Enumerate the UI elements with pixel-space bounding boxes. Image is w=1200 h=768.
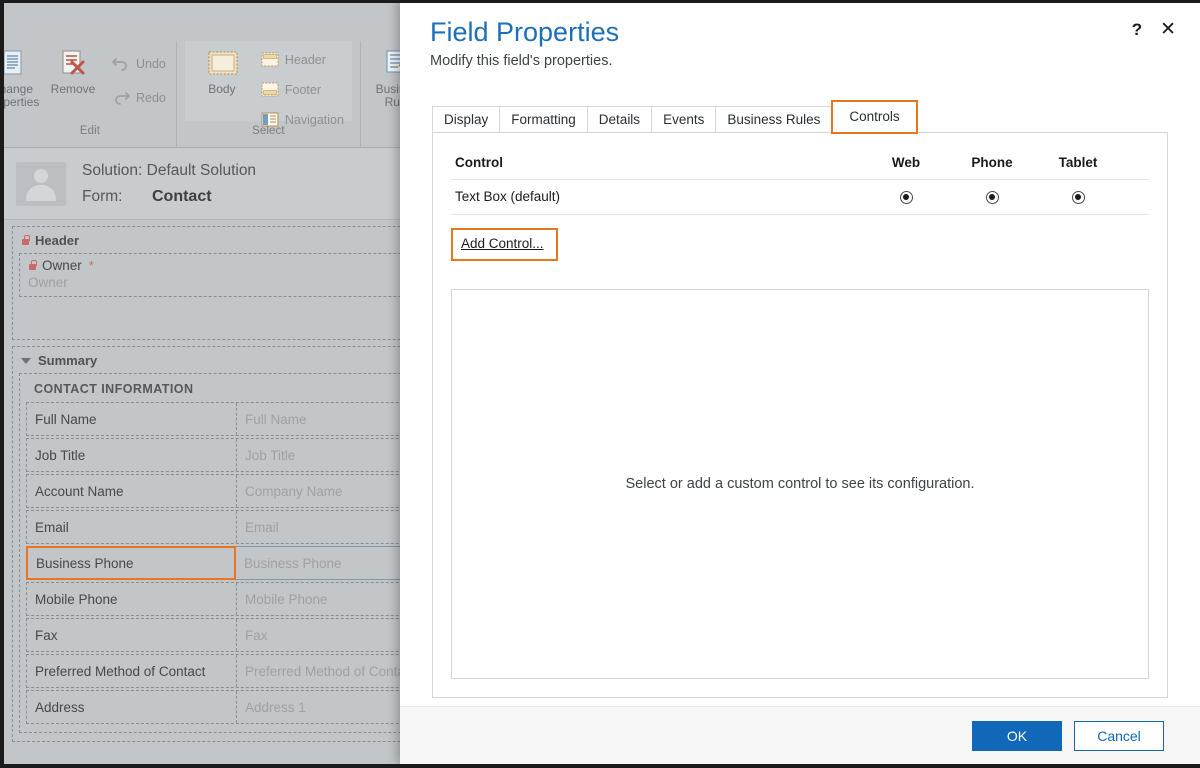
ribbon-button-header[interactable]: Header <box>259 47 346 73</box>
ribbon-button-label: Change Properties <box>0 82 40 109</box>
dialog-footer: OK Cancel <box>400 706 1200 764</box>
section-title-text: Header <box>35 233 80 248</box>
radio-button-phone[interactable] <box>985 190 999 204</box>
form-field-label: Address <box>27 691 237 723</box>
dialog-body: Display Formatting Details Events Business R… <box>400 69 1200 706</box>
tab-formatting[interactable]: Formatting <box>499 106 588 133</box>
controls-table-body: Text Box (default) <box>451 179 1149 215</box>
form-field-label: Preferred Method of Contact <box>27 655 237 687</box>
ribbon-button-label: Body <box>208 82 236 96</box>
ribbon-button-redo[interactable]: Redo <box>110 85 168 111</box>
ribbon-button-change-properties[interactable]: Change Properties <box>0 45 40 109</box>
footer-icon <box>261 82 279 98</box>
radio-button-tablet[interactable] <box>1071 190 1085 204</box>
chevron-collapse-icon[interactable] <box>21 357 31 364</box>
dialog-header: Field Properties Modify this field's pro… <box>400 0 1200 69</box>
tab-details[interactable]: Details <box>586 106 653 133</box>
radio-cell-tablet[interactable] <box>1035 179 1121 215</box>
ribbon-button-body[interactable]: Body <box>191 45 253 96</box>
owner-label: Owner <box>42 258 82 273</box>
tab-business-rules[interactable]: Business Rules <box>715 106 833 133</box>
help-icon[interactable]: ? <box>1132 21 1142 38</box>
configuration-placeholder-text: Select or add a custom control to see it… <box>625 476 975 492</box>
ribbon-group-label: Edit <box>79 125 101 137</box>
window-border-left <box>0 0 4 768</box>
window-border-top <box>0 0 1200 3</box>
ribbon-button-remove[interactable]: Remove <box>42 45 104 96</box>
form-name-line: Form: Contact <box>82 188 256 206</box>
cancel-button[interactable]: Cancel <box>1074 720 1164 751</box>
remove-icon <box>57 49 89 79</box>
form-field-label: Business Phone <box>26 546 236 580</box>
properties-icon <box>0 49 28 79</box>
ribbon-button-label: Undo <box>136 57 166 71</box>
add-control-link[interactable]: Add Control... <box>461 236 544 251</box>
header-icon <box>261 52 279 68</box>
ribbon-group-select: Body Header Footer Navigation Select <box>177 41 361 148</box>
solution-label: Solution: Default Solution <box>82 161 257 179</box>
lock-icon <box>28 260 37 271</box>
window-border-bottom <box>0 764 1200 768</box>
tab-display[interactable]: Display <box>432 106 501 133</box>
ribbon-button-label: Footer <box>284 83 322 97</box>
form-header-texts: Solution: Default Solution Form: Contact <box>82 162 256 206</box>
spacer-cell <box>1121 179 1149 215</box>
ribbon-button-label: Remove <box>50 82 96 96</box>
ribbon-button-label: Redo <box>136 91 166 105</box>
redo-icon <box>112 90 130 106</box>
form-field-label: Email <box>27 511 237 543</box>
control-name-cell: Text Box (default) <box>451 179 863 215</box>
dialog-title: Field Properties <box>430 17 620 47</box>
form-field-label: Account Name <box>27 475 237 507</box>
ok-button[interactable]: OK <box>972 720 1062 751</box>
ribbon-button-label: Navigation <box>284 113 344 127</box>
form-field-label: Fax <box>27 619 237 651</box>
column-header-spacer <box>1121 153 1149 180</box>
screen: Change Properties <box>0 0 1200 768</box>
close-icon[interactable]: ✕ <box>1160 20 1176 39</box>
dialog-header-actions: ? ✕ <box>1132 20 1176 39</box>
body-icon <box>206 49 238 79</box>
form-label: Form: <box>82 187 123 205</box>
dialog-subtitle: Modify this field's properties. <box>430 53 613 69</box>
radio-button-web[interactable] <box>899 190 913 204</box>
radio-cell-phone[interactable] <box>949 179 1035 215</box>
ribbon-button-footer[interactable]: Footer <box>259 77 346 103</box>
table-header-row: Control Web Phone Tablet <box>451 153 1149 180</box>
form-field-label: Job Title <box>27 439 237 471</box>
column-header-control: Control <box>451 153 863 180</box>
lock-icon <box>21 235 30 246</box>
undo-icon <box>112 56 130 72</box>
tab-panel-controls: Control Web Phone Tablet Text Box (defau… <box>432 132 1168 698</box>
add-control-highlight: Add Control... <box>451 228 558 261</box>
column-header-tablet: Tablet <box>1035 153 1121 180</box>
field-properties-dialog: Field Properties Modify this field's pro… <box>400 0 1200 764</box>
avatar <box>16 161 66 206</box>
dialog-tabs: Display Formatting Details Events Business R… <box>432 100 1168 134</box>
tab-events[interactable]: Events <box>651 106 717 133</box>
form-field-label: Mobile Phone <box>27 583 237 615</box>
form-name: Contact <box>152 187 212 205</box>
column-header-phone: Phone <box>949 153 1035 180</box>
control-configuration-area: Select or add a custom control to see it… <box>451 289 1149 679</box>
ribbon-button-undo[interactable]: Undo <box>110 51 168 77</box>
radio-cell-web[interactable] <box>863 179 949 215</box>
ribbon-button-label: Header <box>284 53 326 67</box>
form-field-label: Full Name <box>27 403 237 435</box>
controls-table: Control Web Phone Tablet Text Box (defau… <box>451 153 1149 215</box>
required-mark: * <box>88 258 94 273</box>
table-row[interactable]: Text Box (default) <box>451 179 1149 215</box>
ribbon-group-edit: Change Properties <box>0 41 177 148</box>
column-header-web: Web <box>863 153 949 180</box>
tab-controls[interactable]: Controls <box>831 100 918 134</box>
section-title-text: Summary <box>38 353 98 368</box>
navigation-icon <box>261 112 279 128</box>
